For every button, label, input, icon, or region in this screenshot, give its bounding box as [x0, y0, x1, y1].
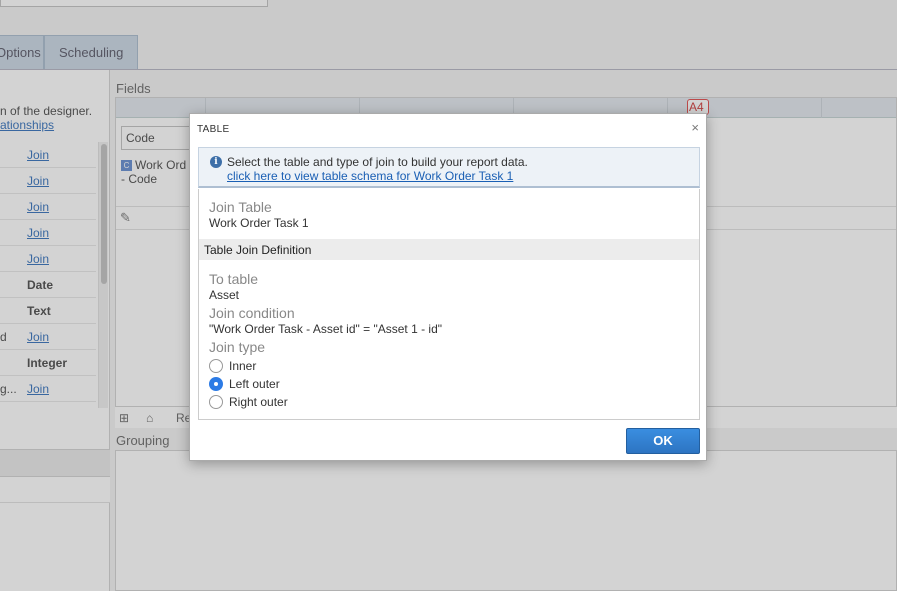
- join-type-label: Join type: [209, 339, 266, 355]
- info-icon: i: [210, 156, 222, 168]
- join-type-inner-option[interactable]: Inner: [209, 359, 256, 373]
- radio-button[interactable]: [209, 395, 223, 409]
- join-table-label: Join Table: [209, 199, 272, 215]
- join-condition-value: "Work Order Task - Asset id" = "Asset 1 …: [209, 322, 443, 336]
- dialog-title: TABLE: [197, 124, 230, 135]
- ok-button[interactable]: OK: [626, 428, 700, 454]
- radio-label: Right outer: [229, 395, 288, 409]
- radio-button[interactable]: [209, 359, 223, 373]
- to-table-value: Asset: [209, 288, 240, 302]
- join-type-left-outer-option[interactable]: Left outer: [209, 377, 280, 391]
- info-text: Select the table and type of join to bui…: [227, 155, 528, 169]
- dialog-body: Join Table Work Order Task 1 Table Join …: [198, 189, 700, 420]
- join-condition-label: Join condition: [209, 305, 295, 321]
- close-icon[interactable]: ×: [691, 120, 699, 135]
- to-table-label: To table: [209, 271, 259, 287]
- join-type-right-outer-option[interactable]: Right outer: [209, 395, 288, 409]
- join-table-value: Work Order Task 1: [209, 216, 309, 230]
- radio-button-selected[interactable]: [209, 377, 223, 391]
- table-join-definition-header: Table Join Definition: [199, 239, 699, 260]
- table-schema-link[interactable]: click here to view table schema for Work…: [227, 169, 513, 183]
- radio-label: Inner: [229, 359, 257, 373]
- info-bar: i Select the table and type of join to b…: [198, 147, 700, 188]
- radio-label: Left outer: [229, 377, 280, 391]
- table-join-dialog: TABLE × i Select the table and type of j…: [189, 113, 707, 461]
